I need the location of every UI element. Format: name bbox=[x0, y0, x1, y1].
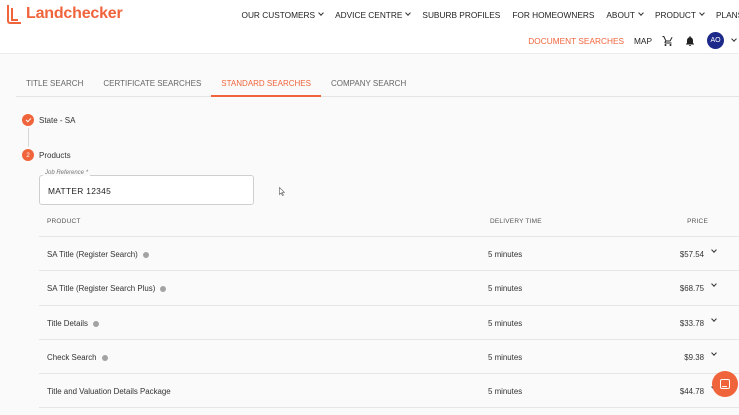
delivery-time: 5 minutes bbox=[488, 387, 523, 396]
step-connector bbox=[27, 128, 29, 147]
nav-label: PRODUCT bbox=[654, 9, 696, 20]
chevron-down-icon[interactable] bbox=[711, 247, 717, 253]
product-price: $9.38 bbox=[684, 353, 704, 362]
document-searches-link[interactable]: DOCUMENT SEARCHES bbox=[528, 36, 624, 46]
delivery-time: 5 minutes bbox=[488, 353, 523, 362]
chevron-down-icon bbox=[638, 10, 644, 16]
chevron-down-icon[interactable] bbox=[711, 281, 717, 287]
product-price: $33.78 bbox=[679, 319, 704, 328]
delivery-time: 5 minutes bbox=[488, 250, 523, 259]
column-header-delivery: DELIVERY TIME bbox=[490, 218, 542, 225]
nav-label: SUBURB PROFILES bbox=[422, 9, 501, 20]
product-name: Check Search bbox=[47, 353, 108, 362]
delivery-time: 5 minutes bbox=[488, 284, 523, 293]
product-price: $57.54 bbox=[679, 250, 704, 259]
bell-icon[interactable] bbox=[684, 35, 696, 47]
product-price: $68.75 bbox=[679, 284, 704, 293]
nav-label: ADVICE CENTRE bbox=[335, 9, 403, 20]
mouse-cursor-icon bbox=[279, 187, 285, 196]
product-label: Title Details bbox=[47, 319, 88, 328]
step-label: State - SA bbox=[39, 115, 76, 125]
nav-label: OUR CUSTOMERS bbox=[241, 9, 316, 20]
cart-icon[interactable] bbox=[662, 35, 674, 47]
products-table-header: PRODUCT DELIVERY TIME PRICE bbox=[39, 218, 739, 236]
job-reference-label: Job Reference * bbox=[43, 170, 91, 176]
table-row[interactable]: SA Title (Register Search Plus) 5 minute… bbox=[39, 270, 739, 304]
info-icon[interactable] bbox=[160, 285, 167, 292]
avatar[interactable]: AO bbox=[707, 32, 724, 49]
landchecker-logo[interactable]: Landchecker bbox=[7, 4, 123, 24]
nav-for-homeowners[interactable]: FOR HOMEOWNERS bbox=[512, 9, 594, 20]
tab-title-search[interactable]: TITLE SEARCH bbox=[16, 72, 93, 97]
chevron-down-icon[interactable] bbox=[711, 350, 717, 356]
chevron-down-icon bbox=[318, 10, 324, 16]
product-label: Check Search bbox=[47, 353, 97, 362]
table-row[interactable]: Check Search 5 minutes $9.38 bbox=[39, 339, 739, 373]
table-row[interactable]: Title and Valuation Details Package 5 mi… bbox=[39, 373, 739, 408]
nav-plans[interactable]: PLANS bbox=[716, 9, 739, 20]
check-icon bbox=[25, 116, 31, 122]
product-label: SA Title (Register Search Plus) bbox=[47, 284, 156, 293]
chevron-down-icon[interactable] bbox=[711, 316, 717, 322]
tab-certificate-searches[interactable]: CERTIFICATE SEARCHES bbox=[93, 72, 211, 97]
step-number-badge: 2 bbox=[22, 149, 34, 161]
product-price: $44.78 bbox=[679, 387, 704, 396]
chat-button[interactable] bbox=[712, 371, 738, 397]
step-complete-badge bbox=[22, 114, 34, 126]
site-header: Landchecker OUR CUSTOMERS ADVICE CENTRE … bbox=[0, 0, 739, 54]
product-label: SA Title (Register Search) bbox=[47, 250, 138, 259]
nav-label: ABOUT bbox=[606, 9, 635, 20]
step-state[interactable]: State - SA bbox=[22, 114, 75, 126]
chevron-down-icon bbox=[405, 10, 412, 16]
column-header-price: PRICE bbox=[687, 218, 708, 225]
logo-mark-icon bbox=[7, 4, 21, 24]
chat-icon bbox=[720, 379, 730, 389]
product-name: SA Title (Register Search) bbox=[47, 250, 149, 259]
column-header-product: PRODUCT bbox=[47, 218, 81, 225]
info-icon[interactable] bbox=[92, 320, 99, 327]
product-name: Title Details bbox=[47, 319, 99, 328]
nav-product[interactable]: PRODUCT bbox=[654, 9, 705, 20]
nav-about[interactable]: ABOUT bbox=[606, 9, 644, 20]
nav-label: PLANS bbox=[716, 9, 739, 20]
nav-advice-centre[interactable]: ADVICE CENTRE bbox=[335, 9, 412, 20]
logo-text: Landchecker bbox=[26, 5, 123, 22]
table-row[interactable]: Title Details 5 minutes $33.78 bbox=[39, 305, 739, 339]
top-navigation: OUR CUSTOMERS ADVICE CENTRE SUBURB PROFI… bbox=[229, 9, 739, 20]
nav-our-customers[interactable]: OUR CUSTOMERS bbox=[241, 9, 324, 20]
tab-standard-searches[interactable]: STANDARD SEARCHES bbox=[211, 72, 321, 97]
step-label: Products bbox=[39, 150, 71, 160]
product-name: SA Title (Register Search Plus) bbox=[47, 284, 167, 293]
nav-label: FOR HOMEOWNERS bbox=[512, 9, 595, 20]
product-label: Title and Valuation Details Package bbox=[47, 387, 171, 396]
table-row[interactable]: SA Title (Register Search) 5 minutes $57… bbox=[39, 236, 739, 270]
job-reference-value: MATTER 12345 bbox=[48, 186, 112, 196]
search-type-tabs: TITLE SEARCH CERTIFICATE SEARCHES STANDA… bbox=[16, 72, 739, 97]
nav-suburb-profiles[interactable]: SUBURB PROFILES bbox=[422, 9, 500, 20]
info-icon[interactable] bbox=[101, 354, 108, 361]
map-link[interactable]: MAP bbox=[634, 36, 652, 46]
user-navigation: DOCUMENT SEARCHES MAP AO bbox=[528, 32, 739, 49]
tab-company-search[interactable]: COMPANY SEARCH bbox=[321, 72, 416, 97]
delivery-time: 5 minutes bbox=[488, 319, 523, 328]
chevron-down-icon bbox=[699, 10, 705, 16]
product-name: Title and Valuation Details Package bbox=[47, 387, 171, 396]
job-reference-field[interactable]: MATTER 12345 bbox=[39, 175, 254, 205]
info-icon[interactable] bbox=[142, 251, 149, 258]
step-products: 2 Products bbox=[22, 149, 71, 161]
chevron-down-icon[interactable] bbox=[731, 36, 737, 42]
